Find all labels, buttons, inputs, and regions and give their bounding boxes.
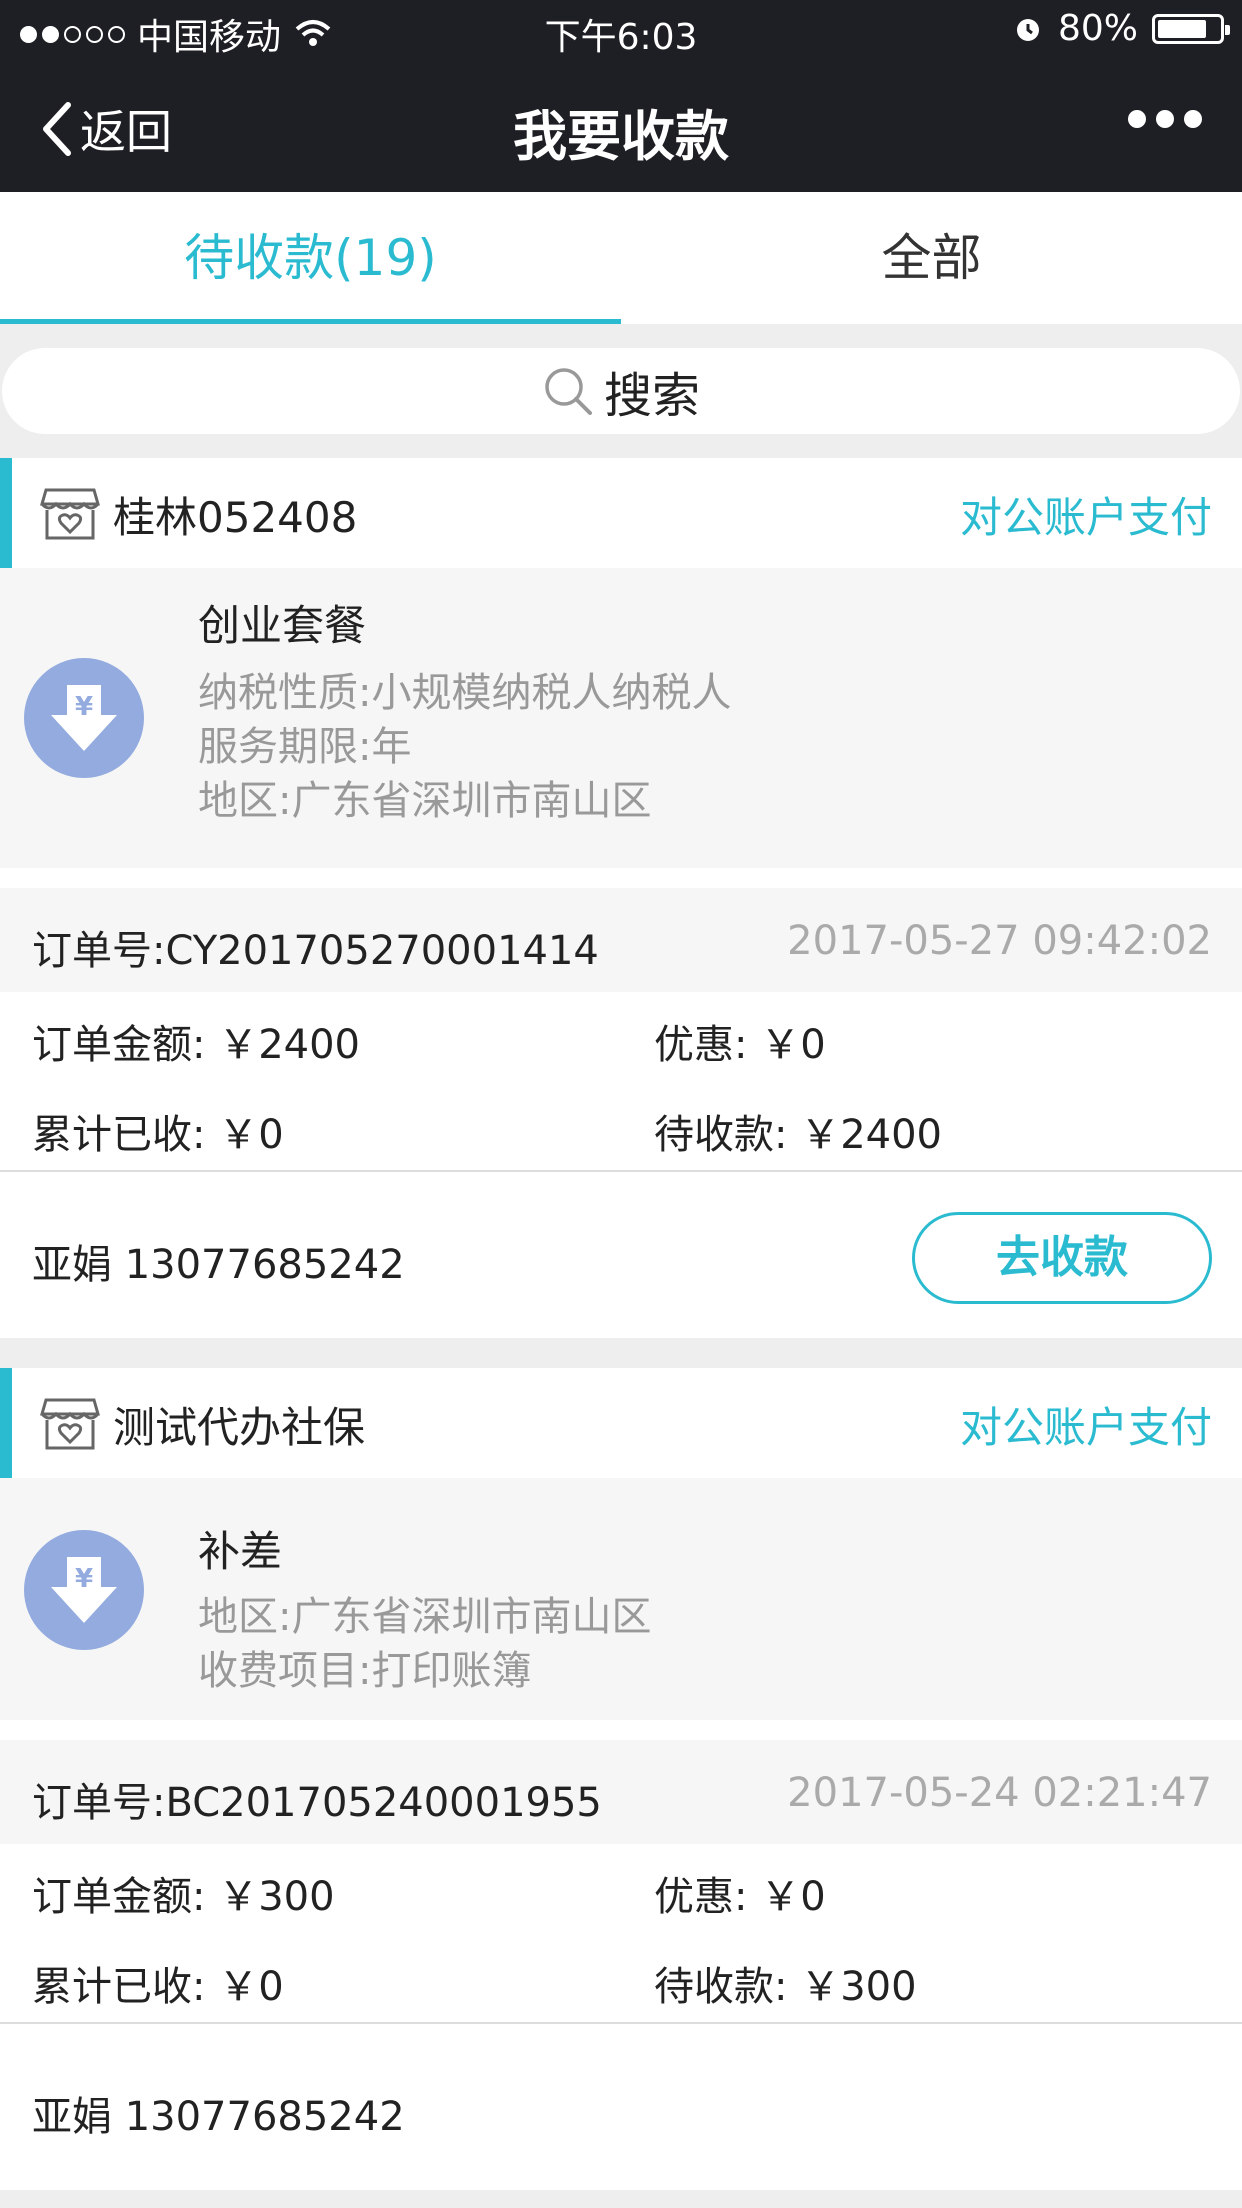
order-amount: 订单金额: ￥2400 — [32, 1022, 360, 1068]
order-time: 2017-05-24 02:21:47 — [787, 1770, 1212, 1816]
collect-button[interactable]: 去收款 — [912, 1212, 1212, 1304]
amount-block: 订单金额: ￥300 优惠: ￥0 累计已收: ￥0 待收款: ￥300 — [0, 1844, 1242, 2024]
status-bar: 中国移动 下午6:03 80% — [0, 0, 1242, 62]
svg-text:¥: ¥ — [75, 692, 93, 722]
order-number-row: 订单号:BC201705240001955 2017-05-24 02:21:4… — [0, 1740, 1242, 1844]
amount-block: 订单金额: ￥2400 优惠: ￥0 累计已收: ￥0 待收款: ￥2400 — [0, 992, 1242, 1172]
product-attr: 纳税性质:小规模纳税人纳税人 — [198, 670, 732, 716]
pay-method: 对公账户支付 — [959, 493, 1212, 542]
order-amount: 订单金额: ￥300 — [32, 1874, 335, 1920]
shop-icon — [40, 488, 100, 540]
shop-name: 测试代办社保 — [113, 1403, 366, 1452]
product-name: 补差 — [198, 1527, 283, 1576]
discount: 优惠: ￥0 — [654, 1874, 826, 1920]
pending-amount: 待收款: ￥2400 — [654, 1112, 942, 1158]
order-card: 测试代办社保 对公账户支付 ¥ 补差 地区:广东省深圳市南山区 收费项目:打印账… — [0, 1368, 1242, 2190]
order-card: 桂林052408 对公账户支付 ¥ 创业套餐 纳税性质:小规模纳税人纳税人 服务… — [0, 458, 1242, 1338]
received-total: 累计已收: ￥0 — [32, 1112, 284, 1158]
product-info: ¥ 补差 地区:广东省深圳市南山区 收费项目:打印账簿 — [0, 1478, 1242, 1720]
page-title: 我要收款 — [513, 105, 729, 168]
contact-info: 亚娟 13077685242 — [32, 1242, 405, 1288]
search-icon — [545, 368, 592, 415]
nav-bar: 返回 我要收款 — [0, 62, 1242, 192]
order-number: 订单号:BC201705240001955 — [32, 1780, 602, 1826]
order-number-row: 订单号:CY201705270001414 2017-05-27 09:42:0… — [0, 888, 1242, 992]
shop-name: 桂林052408 — [113, 493, 358, 542]
tab-bar: 待收款(19) 全部 — [0, 192, 1242, 324]
contact-info: 亚娟 13077685242 — [32, 2094, 405, 2140]
product-attr: 服务期限:年 — [198, 724, 412, 770]
product-attr: 地区:广东省深圳市南山区 — [198, 778, 652, 824]
product-name: 创业套餐 — [198, 601, 367, 650]
pending-amount: 待收款: ￥300 — [654, 1964, 917, 2010]
search-bar[interactable]: 搜索 — [2, 348, 1240, 434]
tab-all[interactable]: 全部 — [621, 192, 1242, 324]
pay-method: 对公账户支付 — [959, 1403, 1212, 1452]
contact-row: 亚娟 13077685242 — [0, 2024, 1242, 2190]
card-header: 桂林052408 对公账户支付 — [0, 458, 1242, 568]
order-time: 2017-05-27 09:42:02 — [787, 918, 1212, 964]
tab-pending[interactable]: 待收款(19) — [0, 192, 621, 324]
alarm-icon — [1016, 18, 1039, 41]
payment-down-icon: ¥ — [24, 1530, 144, 1650]
search-label: 搜索 — [603, 368, 700, 424]
battery-percent: 80% — [1057, 8, 1138, 49]
payment-down-icon: ¥ — [24, 658, 144, 778]
shop-icon — [40, 1398, 100, 1450]
product-attr: 收费项目:打印账簿 — [198, 1648, 532, 1694]
product-attr: 地区:广东省深圳市南山区 — [198, 1594, 652, 1640]
svg-text:¥: ¥ — [75, 1564, 93, 1594]
order-number: 订单号:CY201705270001414 — [32, 928, 599, 974]
discount: 优惠: ￥0 — [654, 1022, 826, 1068]
product-info: ¥ 创业套餐 纳税性质:小规模纳税人纳税人 服务期限:年 地区:广东省深圳市南山… — [0, 568, 1242, 868]
more-icon[interactable] — [1128, 110, 1202, 128]
card-header: 测试代办社保 对公账户支付 — [0, 1368, 1242, 1478]
contact-row: 亚娟 13077685242 去收款 — [0, 1172, 1242, 1338]
battery-icon — [1152, 13, 1230, 44]
received-total: 累计已收: ￥0 — [32, 1964, 284, 2010]
status-right: 80% — [1012, 8, 1230, 49]
